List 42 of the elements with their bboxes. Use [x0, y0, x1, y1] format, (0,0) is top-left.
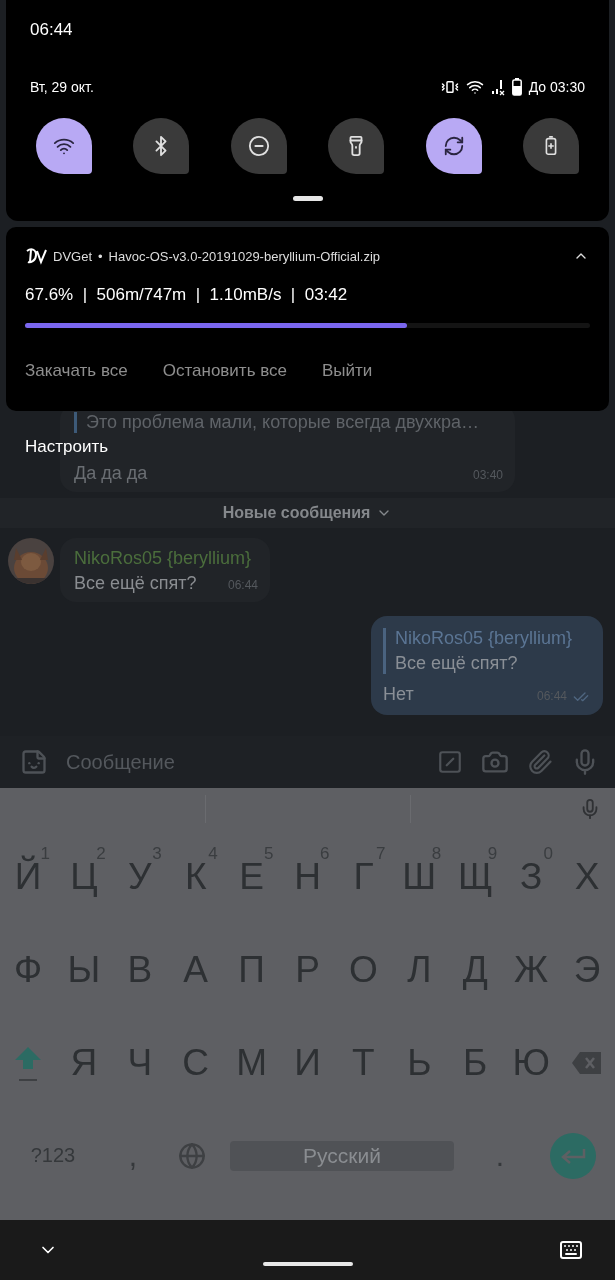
- globe-icon[interactable]: [178, 1141, 206, 1170]
- message-text: Все ещё спят?: [74, 573, 197, 594]
- sticker-icon[interactable]: [20, 748, 48, 776]
- battery-icon: [511, 78, 522, 96]
- wifi-icon: [465, 78, 484, 96]
- app-name: DVGet: [53, 248, 92, 264]
- backspace-icon[interactable]: [571, 1050, 604, 1075]
- wifi-tile[interactable]: [36, 118, 92, 174]
- reply-text: Все ещё спят?: [395, 653, 519, 674]
- rotate-icon: [442, 135, 465, 157]
- space-key[interactable]: Русский: [230, 1140, 454, 1171]
- battery-time: До 03:30: [528, 79, 585, 95]
- flashlight-tile[interactable]: [328, 118, 385, 174]
- vibrate-icon: [440, 78, 459, 96]
- sender-name: NikoRos05 {beryllium}: [74, 548, 252, 568]
- attach-icon[interactable]: [527, 749, 553, 775]
- signal-icon: [490, 78, 505, 96]
- message-input[interactable]: Сообщение: [66, 750, 419, 774]
- minus-circle-icon: [247, 135, 270, 157]
- quoted-text: Это проблема мали, которые всегда двухкра…: [86, 412, 481, 433]
- reply-sender: NikoRos05 {beryllium}: [395, 628, 574, 649]
- home-handle[interactable]: [263, 1262, 353, 1266]
- progress-text: 67.6% | 506m/747m | 1.10mB/s | 03:42: [25, 285, 349, 305]
- date-text: Вт, 29 окт.: [30, 79, 94, 95]
- drag-handle[interactable]: [292, 196, 323, 201]
- comma-key[interactable]: ,: [128, 1138, 138, 1173]
- message-text: Нет: [383, 684, 414, 705]
- action-button[interactable]: Выйти: [322, 361, 373, 381]
- divider-text: Новые сообщения: [222, 504, 371, 522]
- settings-link[interactable]: Настроить: [25, 437, 109, 457]
- slash-icon[interactable]: [437, 749, 463, 775]
- notification-title: Havoc-OS-v3.0-20191029-beryllium-Official.zip: [108, 248, 380, 264]
- period-key[interactable]: .: [495, 1138, 505, 1173]
- action-button[interactable]: Закачать все: [25, 361, 128, 381]
- bluetooth-tile[interactable]: [133, 118, 190, 174]
- action-button[interactable]: Остановить все: [162, 361, 288, 381]
- clock: 06:44: [30, 20, 74, 40]
- enter-arrow-icon: [559, 1146, 586, 1165]
- app-logo-icon: [25, 247, 47, 265]
- keyboard-icon[interactable]: [559, 1238, 583, 1262]
- bullet: •: [98, 248, 103, 264]
- message-text: Да да да: [74, 463, 148, 484]
